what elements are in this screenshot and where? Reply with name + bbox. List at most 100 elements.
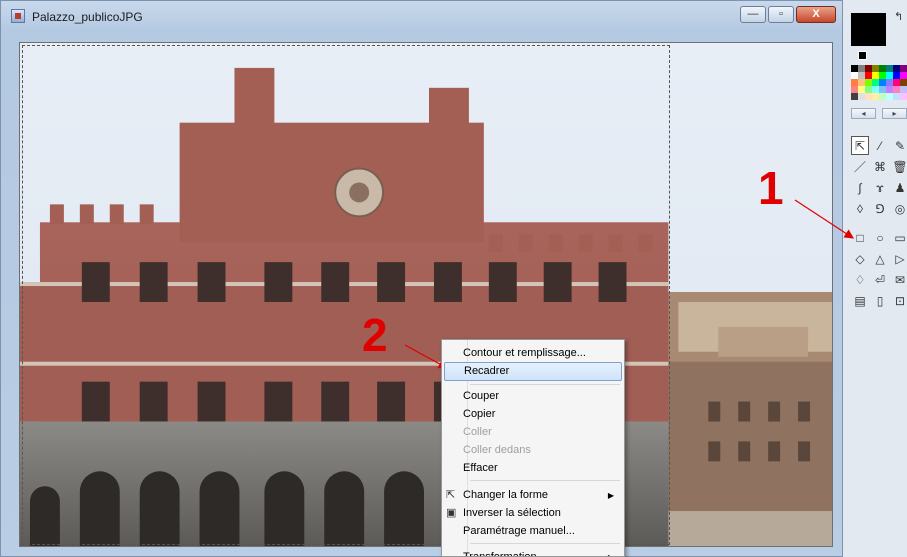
menu-item[interactable]: Recadrer	[444, 362, 622, 381]
color-swatch[interactable]	[879, 79, 886, 86]
tool-icon[interactable]: ⌘	[871, 157, 889, 176]
pointer-icon: ⇱	[446, 489, 456, 501]
menu-item[interactable]: Contour et remplissage...	[444, 344, 622, 363]
color-swatch[interactable]	[879, 86, 886, 93]
menu-item[interactable]: ⇱ Changer la forme ▶	[444, 486, 622, 505]
menu-item[interactable]: Copier	[444, 405, 622, 424]
tool-icon[interactable]: ▷	[891, 249, 907, 268]
color-swatch[interactable]	[893, 79, 900, 86]
color-swatch[interactable]	[893, 65, 900, 72]
primary-color-swatch[interactable]	[851, 13, 886, 46]
color-swatch[interactable]	[893, 93, 900, 100]
menu-item-label: Coller	[463, 426, 492, 438]
color-swatch[interactable]	[879, 72, 886, 79]
color-swatch[interactable]	[851, 72, 858, 79]
tool-icon[interactable]: ɤ	[871, 178, 889, 197]
tool-icon[interactable]: ∫	[851, 178, 869, 197]
color-swatch[interactable]	[872, 65, 879, 72]
tool-icon[interactable]: ⁄	[871, 136, 889, 155]
color-swatch[interactable]	[900, 93, 907, 100]
palette-scroll: ◂ ▸	[851, 108, 907, 120]
menu-item: Coller dedans	[444, 441, 622, 460]
tool-icon[interactable]: ／	[851, 157, 869, 176]
color-swatch[interactable]	[865, 93, 872, 100]
menu-separator	[470, 384, 620, 385]
tool-icon[interactable]: ⊡	[891, 291, 907, 310]
color-grid[interactable]	[851, 65, 907, 107]
color-swatch[interactable]	[865, 79, 872, 86]
color-swatch[interactable]	[858, 93, 865, 100]
color-swatch[interactable]	[900, 86, 907, 93]
tool-icon[interactable]: ♟	[891, 178, 907, 197]
color-swatch[interactable]	[886, 79, 893, 86]
color-swatch[interactable]	[872, 93, 879, 100]
color-swatch[interactable]	[879, 93, 886, 100]
scroll-right-button[interactable]: ▸	[882, 108, 907, 119]
color-swatch[interactable]	[865, 86, 872, 93]
menu-item[interactable]: Paramétrage manuel...	[444, 522, 622, 541]
submenu-arrow-icon: ▶	[608, 548, 614, 556]
tool-icon[interactable]: ⅁	[871, 199, 889, 218]
tool-icon[interactable]: ◊	[851, 199, 869, 218]
color-swatch[interactable]	[872, 79, 879, 86]
tool-group-gap	[851, 220, 907, 228]
tool-icon[interactable]: ▭	[891, 228, 907, 247]
reset-colors-icon[interactable]	[858, 51, 867, 60]
menu-separator	[470, 480, 620, 481]
tool-icon[interactable]: 🗑	[891, 157, 907, 176]
color-swatch[interactable]	[900, 65, 907, 72]
tool-icon[interactable]: ⇱	[851, 136, 869, 155]
color-swatch[interactable]	[851, 93, 858, 100]
color-swatch[interactable]	[851, 79, 858, 86]
tool-icon[interactable]: △	[871, 249, 889, 268]
color-swatch[interactable]	[886, 86, 893, 93]
tool-icon[interactable]: ✉	[891, 270, 907, 289]
tool-icon[interactable]: ○	[871, 228, 889, 247]
close-button[interactable]: X	[796, 6, 836, 23]
color-swatch[interactable]	[879, 65, 886, 72]
tool-icon[interactable]: ♢	[851, 270, 869, 289]
tool-icon[interactable]: ▯	[871, 291, 889, 310]
rectangle-select-tool-icon[interactable]: □	[851, 228, 869, 247]
color-swatch[interactable]	[872, 86, 879, 93]
tool-icon[interactable]: ✎	[891, 136, 907, 155]
color-swatch[interactable]	[865, 65, 872, 72]
color-swatch[interactable]	[851, 86, 858, 93]
annotation-marker-2: 2	[362, 309, 388, 361]
scroll-left-button[interactable]: ◂	[851, 108, 876, 119]
tool-row: ⇱ ⁄ ✎	[851, 136, 907, 155]
color-swatch[interactable]	[893, 72, 900, 79]
tool-grid: ⇱ ⁄ ✎ ／ ⌘ 🗑 ∫ ɤ ♟ ◊ ⅁ ◎ □ ○ ▭ ◇ △ ▷ ♢ ⏎ ✉ ▤ ▯ ⊡	[851, 136, 907, 312]
tool-icon[interactable]: ▤	[851, 291, 869, 310]
menu-item[interactable]: Effacer	[444, 459, 622, 478]
color-swatch[interactable]	[865, 72, 872, 79]
swap-colors-icon[interactable]: ↰	[894, 10, 903, 23]
window-controls: — ▫ X	[740, 6, 836, 23]
image-canvas[interactable]	[19, 42, 833, 547]
color-swatch[interactable]	[900, 79, 907, 86]
tool-icon[interactable]: ⏎	[871, 270, 889, 289]
color-swatch[interactable]	[886, 65, 893, 72]
color-swatch[interactable]	[851, 65, 858, 72]
maximize-button[interactable]: ▫	[768, 6, 794, 23]
minimize-button[interactable]: —	[740, 6, 766, 23]
tool-icon[interactable]: ◇	[851, 249, 869, 268]
color-swatch[interactable]	[872, 72, 879, 79]
color-swatch[interactable]	[886, 72, 893, 79]
color-swatch[interactable]	[858, 79, 865, 86]
tool-icon[interactable]: ◎	[891, 199, 907, 218]
tool-row: ／ ⌘ 🗑	[851, 157, 907, 176]
color-swatch[interactable]	[858, 86, 865, 93]
tool-row: □ ○ ▭	[851, 228, 907, 247]
menu-item[interactable]: ▣ Inverser la sélection	[444, 504, 622, 523]
color-swatch[interactable]	[893, 86, 900, 93]
menu-item: Coller	[444, 423, 622, 442]
menu-item[interactable]: Couper	[444, 387, 622, 406]
color-swatch[interactable]	[858, 65, 865, 72]
menu-item[interactable]: Transformation ▶	[444, 548, 622, 556]
color-swatch[interactable]	[900, 72, 907, 79]
submenu-arrow-icon: ▶	[607, 491, 614, 500]
title-bar[interactable]: Palazzo_publicoJPG — ▫ X	[1, 1, 844, 35]
color-swatch[interactable]	[886, 93, 893, 100]
color-swatch[interactable]	[858, 72, 865, 79]
